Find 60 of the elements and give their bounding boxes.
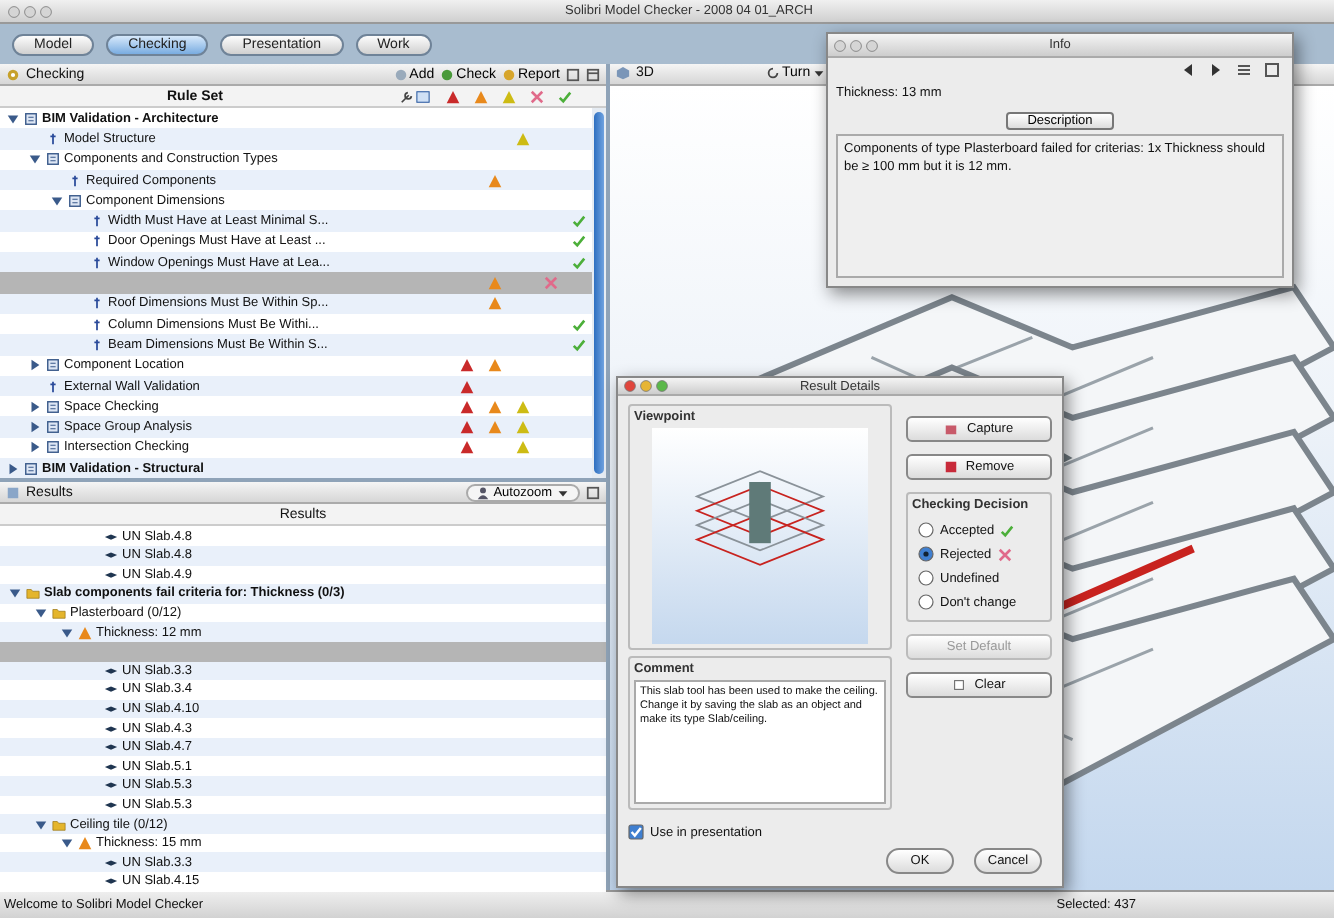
rule-icon — [90, 337, 104, 352]
table-icon[interactable] — [415, 89, 429, 103]
ruleset-icon — [46, 152, 60, 167]
rule-icon — [46, 131, 60, 146]
window-icon[interactable] — [1264, 62, 1280, 78]
disclosure-triangle-icon[interactable] — [6, 461, 20, 476]
rule-icon — [68, 173, 82, 188]
layout-icon[interactable] — [566, 67, 580, 81]
caret-icon — [556, 485, 570, 500]
results-icon — [6, 485, 20, 500]
checkbox[interactable] — [628, 824, 644, 840]
layout-icon[interactable] — [586, 485, 600, 500]
wrench-icon[interactable] — [399, 89, 413, 103]
warning-icon — [487, 173, 501, 188]
scrollbar[interactable] — [592, 108, 606, 479]
warning-icon — [78, 836, 92, 851]
cross-icon — [543, 276, 557, 291]
radio-button[interactable] — [918, 594, 934, 610]
camera-icon — [944, 422, 959, 436]
ruleset-icon — [46, 358, 60, 373]
folder-icon — [52, 817, 66, 832]
ruleset-icon — [46, 399, 60, 414]
cube-icon — [616, 66, 630, 81]
disclosure-triangle-icon[interactable] — [60, 836, 74, 851]
ruleset-icon — [24, 461, 38, 476]
rule-icon — [90, 317, 104, 332]
rule-icon — [90, 214, 104, 229]
rotate-icon — [765, 66, 780, 81]
disclosure-triangle-icon[interactable] — [34, 817, 48, 832]
rule-icon — [90, 296, 104, 311]
disclosure-triangle-icon[interactable] — [28, 420, 42, 435]
disclosure-triangle-icon[interactable] — [50, 193, 64, 208]
radio-button[interactable] — [918, 570, 934, 586]
warning-icon — [78, 625, 92, 640]
warning-icon — [515, 131, 529, 146]
delete-icon — [943, 460, 958, 474]
disclosure-triangle-icon[interactable] — [28, 358, 42, 373]
radio-button[interactable] — [918, 522, 934, 538]
disclosure-triangle-icon[interactable] — [28, 440, 42, 455]
disclosure-triangle-icon[interactable] — [6, 111, 20, 126]
radio-button[interactable] — [918, 546, 934, 562]
user-icon — [475, 485, 490, 500]
ruleset-icon — [46, 420, 60, 435]
eraser-icon — [952, 678, 967, 692]
ruleset-icon — [68, 193, 82, 208]
disclosure-triangle-icon[interactable] — [60, 625, 74, 640]
disclosure-triangle-icon[interactable] — [28, 152, 42, 167]
rule-icon — [46, 379, 60, 393]
disclosure-triangle-icon[interactable] — [28, 399, 42, 414]
cross-icon — [997, 547, 1012, 561]
disclosure-triangle-icon[interactable] — [8, 586, 22, 601]
gear-icon — [6, 67, 20, 81]
ruleset-icon — [46, 440, 60, 455]
cross-icon — [529, 89, 543, 103]
rule-icon — [90, 234, 104, 249]
list-icon[interactable] — [1236, 62, 1252, 78]
ruleset-icon — [24, 111, 38, 126]
disclosure-triangle-icon[interactable] — [34, 606, 48, 621]
layout-icon[interactable] — [586, 67, 600, 81]
rule-icon — [90, 255, 104, 270]
